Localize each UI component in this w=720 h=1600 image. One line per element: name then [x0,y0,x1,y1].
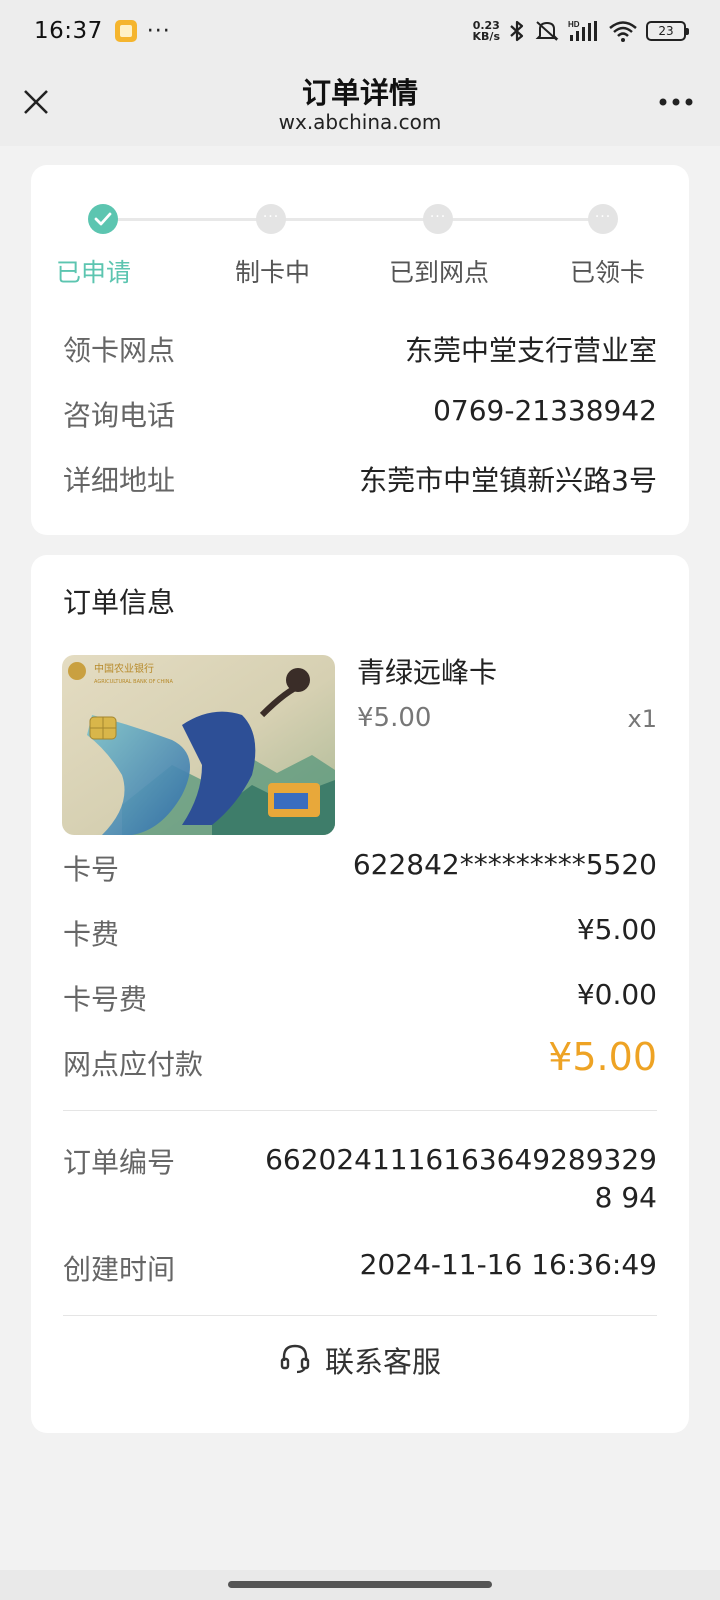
phone-value[interactable]: 0769-21338942 [433,394,657,427]
card-number-value: 622842*********5520 [352,848,657,881]
status-time: 16:37 [34,18,103,44]
divider [63,1315,657,1316]
contact-service-label: 联系客服 [324,1345,441,1379]
card-fee-row: 卡费 ¥5.00 [63,913,657,953]
branch-label: 领卡网点 [63,334,176,367]
divider [63,1110,657,1111]
branch-row: 领卡网点 东莞中堂支行营业室 [63,329,657,369]
order-number-value[interactable]: 66202411161636492893298 94 [257,1141,657,1217]
product-price: ¥5.00 [357,703,432,733]
battery-icon: 23 [646,21,689,41]
notification-app-icon [114,20,137,42]
order-card: 订单信息 中国农业银行 AGRICULTURAL BANK OF CHINA 青… [31,555,689,1433]
card-fee-label: 卡费 [63,918,120,951]
network-speed: 0.23 KB/s [473,20,500,42]
page-url: wx.abchina.com [278,110,442,134]
created-time-value: 2024-11-16 16:36:49 [359,1248,657,1281]
order-number-row: 订单编号 66202411161636492893298 94 [63,1141,657,1221]
number-fee-label: 卡号费 [63,983,148,1016]
svg-text:HD: HD [568,20,580,29]
home-indicator[interactable] [228,1581,492,1588]
step-label-arrived: 已到网点 [389,258,490,287]
product-quantity: x1 [627,705,657,733]
created-time-row: 创建时间 2024-11-16 16:36:49 [63,1248,657,1288]
step-pending-icon [588,204,618,234]
product-name: 青绿远峰卡 [357,656,498,689]
bluetooth-icon [508,19,526,43]
signal-icon: HD [568,19,600,43]
payable-row: 网点应付款 ¥5.00 [63,1035,657,1083]
headset-icon [279,1342,311,1378]
network-speed-unit: KB/s [472,30,500,43]
more-notifications-icon: ··· [146,18,171,44]
page-title: 订单详情 [301,76,418,110]
bank-name-cn: 中国农业银行 [94,662,154,675]
payable-value: ¥5.00 [548,1035,657,1079]
payable-label: 网点应付款 [63,1048,204,1081]
progress-line [105,218,615,221]
wifi-icon [608,19,638,43]
status-bar: 16:37 ··· 0.23 KB/s HD 23 [0,0,720,62]
step-pending-icon [256,204,286,234]
number-fee-value: ¥0.00 [576,978,657,1011]
gesture-bar-area [0,1570,720,1600]
progress-card: 已申请 制卡中 已到网点 已领卡 领卡网点 东莞中堂支行营业室 咨询电话 076… [31,165,689,535]
phone-label: 咨询电话 [63,399,176,432]
address-label: 详细地址 [63,464,176,497]
step-label-making: 制卡中 [235,258,311,287]
branch-value: 东莞中堂支行营业室 [404,334,657,367]
card-fee-value: ¥5.00 [576,913,657,946]
created-time-label: 创建时间 [63,1253,176,1286]
order-section-title: 订单信息 [63,586,176,619]
step-done-check-icon [88,204,118,234]
contact-service-button[interactable]: 联系客服 [31,1335,689,1385]
step-label-collected: 已领卡 [570,258,646,287]
nav-bar: 订单详情 wx.abchina.com [0,62,720,146]
step-pending-icon [423,204,453,234]
card-number-row: 卡号 622842*********5520 [63,848,657,888]
more-options-icon[interactable] [658,92,694,112]
order-number-label: 订单编号 [63,1146,176,1179]
address-value: 东莞市中堂镇新兴路3号 [359,464,657,497]
number-fee-row: 卡号费 ¥0.00 [63,978,657,1018]
mute-icon [534,19,560,43]
card-number-label: 卡号 [63,853,120,886]
bank-card-image: 中国农业银行 AGRICULTURAL BANK OF CHINA [62,655,335,835]
status-icons: 0.23 KB/s HD 23 [473,19,689,43]
bank-name-en: AGRICULTURAL BANK OF CHINA [94,679,174,685]
phone-row: 咨询电话 0769-21338942 [63,394,657,434]
address-row: 详细地址 东莞市中堂镇新兴路3号 [63,459,657,499]
step-label-applied: 已申请 [56,258,132,287]
